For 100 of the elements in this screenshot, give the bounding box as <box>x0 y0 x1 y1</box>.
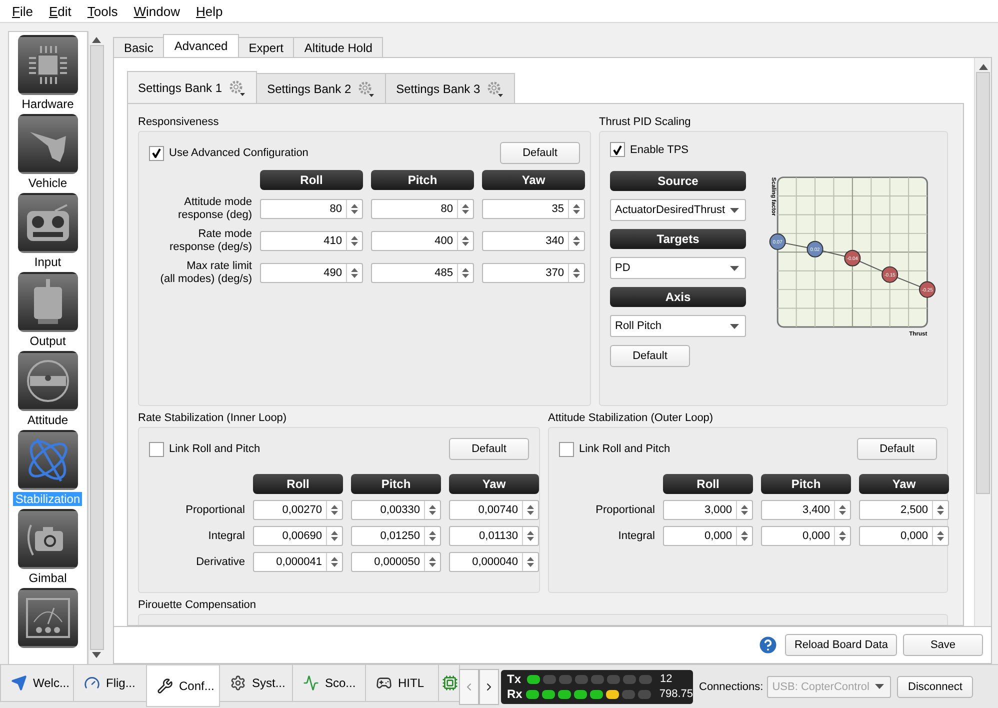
spin-arrows-icon[interactable] <box>570 234 583 248</box>
footer-button[interactable]: Reload Board Data <box>785 634 897 656</box>
sidebar-item[interactable]: Vehicle <box>26 176 70 190</box>
sidebar-item[interactable]: Output <box>28 334 68 348</box>
spin-box[interactable]: 0,01250 <box>351 526 441 546</box>
spin-box[interactable]: 35 <box>482 199 585 219</box>
dropdown[interactable]: PD <box>610 257 746 279</box>
tab[interactable]: Advanced <box>163 34 239 57</box>
sidebar-item[interactable]: Hardware <box>20 97 76 111</box>
spin-box[interactable]: 400 <box>371 231 474 251</box>
spin-box[interactable]: 410 <box>260 231 363 251</box>
bottom-tab[interactable]: Sco... <box>292 665 366 702</box>
spin-box[interactable]: 3,000 <box>663 500 753 520</box>
motor-icon[interactable] <box>18 272 78 332</box>
spin-box[interactable]: 0,000040 <box>449 552 539 572</box>
spin-arrows-icon[interactable] <box>348 202 361 216</box>
spin-arrows-icon[interactable] <box>934 503 947 517</box>
default-button[interactable]: Default <box>610 345 690 367</box>
tab[interactable]: Expert <box>238 37 294 57</box>
bottom-tab[interactable]: HITL <box>365 665 439 702</box>
level-icon[interactable] <box>18 351 78 411</box>
spin-arrows-icon[interactable] <box>348 234 361 248</box>
checkbox[interactable] <box>149 146 164 160</box>
spin-box[interactable]: 0,000041 <box>253 552 343 572</box>
spin-box[interactable]: 0,01130 <box>449 526 539 546</box>
spin-arrows-icon[interactable] <box>348 266 361 280</box>
tab[interactable]: Basic <box>113 37 164 57</box>
help-icon[interactable] <box>757 634 780 656</box>
spin-box[interactable]: 0,000 <box>761 526 851 546</box>
spin-arrows-icon[interactable] <box>934 529 947 543</box>
tab[interactable]: Altitude Hold <box>293 37 384 57</box>
default-button[interactable]: Default <box>500 142 580 164</box>
default-button[interactable]: Default <box>857 438 937 460</box>
spin-arrows-icon[interactable] <box>524 503 537 517</box>
bottom-tab[interactable]: Welc... <box>0 665 74 702</box>
spin-box[interactable]: 80 <box>371 199 474 219</box>
spin-arrows-icon[interactable] <box>738 529 751 543</box>
footer-button[interactable]: Save <box>903 634 983 656</box>
spin-arrows-icon[interactable] <box>459 266 472 280</box>
spin-box[interactable]: 0,000 <box>663 526 753 546</box>
menu-item[interactable]: File <box>4 4 41 18</box>
chip-icon[interactable] <box>18 35 78 95</box>
spin-box[interactable]: 0,00690 <box>253 526 343 546</box>
spin-box[interactable]: 0,00270 <box>253 500 343 520</box>
scroll-down-icon[interactable] <box>92 652 102 658</box>
checkbox[interactable] <box>149 442 164 456</box>
dropdown[interactable]: Roll Pitch <box>610 315 746 337</box>
dropdown[interactable]: ActuatorDesiredThrust <box>610 199 746 221</box>
spin-box[interactable]: 340 <box>482 231 585 251</box>
spin-arrows-icon[interactable] <box>524 529 537 543</box>
menu-item[interactable]: Tools <box>79 4 126 18</box>
spin-arrows-icon[interactable] <box>328 529 341 543</box>
scrollbar-thumb[interactable] <box>976 72 990 494</box>
spin-box[interactable]: 80 <box>260 199 363 219</box>
tab[interactable]: Settings Bank 3 <box>385 73 516 103</box>
spin-arrows-icon[interactable] <box>836 503 849 517</box>
spin-box[interactable]: 2,500 <box>859 500 949 520</box>
spin-box[interactable]: 485 <box>371 263 474 283</box>
checkbox[interactable] <box>610 142 625 157</box>
spin-box[interactable]: 0,00740 <box>449 500 539 520</box>
scroll-up-icon[interactable] <box>92 37 102 43</box>
tab[interactable]: Settings Bank 2 <box>256 73 386 103</box>
spin-arrows-icon[interactable] <box>328 503 341 517</box>
spin-arrows-icon[interactable] <box>570 202 583 216</box>
spin-box[interactable]: 0,00330 <box>351 500 441 520</box>
transmitter-icon[interactable] <box>18 193 78 253</box>
scroll-up-icon[interactable] <box>978 64 988 70</box>
bottom-tab[interactable]: Conf... <box>146 666 220 707</box>
sidebar-item[interactable]: Gimbal <box>26 571 69 585</box>
menu-item[interactable]: Help <box>188 4 231 18</box>
spin-box[interactable]: 490 <box>260 263 363 283</box>
menu-item[interactable]: Window <box>126 4 188 18</box>
spin-box[interactable]: 370 <box>482 263 585 283</box>
meter-icon[interactable] <box>18 588 78 648</box>
spin-arrows-icon[interactable] <box>459 234 472 248</box>
spin-arrows-icon[interactable] <box>524 555 537 569</box>
sidebar-item[interactable]: Attitude <box>25 413 70 427</box>
bottom-tab[interactable]: Flig... <box>73 665 147 702</box>
spin-arrows-icon[interactable] <box>570 266 583 280</box>
spin-arrows-icon[interactable] <box>328 555 341 569</box>
camera-icon[interactable] <box>18 509 78 569</box>
bottom-tab[interactable]: Syst... <box>219 665 293 702</box>
tab[interactable]: Settings Bank 1 <box>127 71 258 103</box>
spin-box[interactable]: 0,000 <box>859 526 949 546</box>
spin-arrows-icon[interactable] <box>426 503 439 517</box>
bottom-tab[interactable] <box>438 665 460 702</box>
spin-arrows-icon[interactable] <box>426 529 439 543</box>
checkbox[interactable] <box>559 442 574 456</box>
scrollbar-thumb[interactable] <box>90 45 104 650</box>
spin-arrows-icon[interactable] <box>459 202 472 216</box>
sidebar-item[interactable]: Input <box>32 255 64 269</box>
aircraft-icon[interactable] <box>18 114 78 174</box>
spin-box[interactable]: 0,000050 <box>351 552 441 572</box>
spin-arrows-icon[interactable] <box>738 503 751 517</box>
gyroscope-icon[interactable] <box>18 430 78 490</box>
spin-arrows-icon[interactable] <box>426 555 439 569</box>
default-button[interactable]: Default <box>449 438 529 460</box>
spin-box[interactable]: 3,400 <box>761 500 851 520</box>
menu-item[interactable]: Edit <box>40 4 80 18</box>
spin-arrows-icon[interactable] <box>836 529 849 543</box>
